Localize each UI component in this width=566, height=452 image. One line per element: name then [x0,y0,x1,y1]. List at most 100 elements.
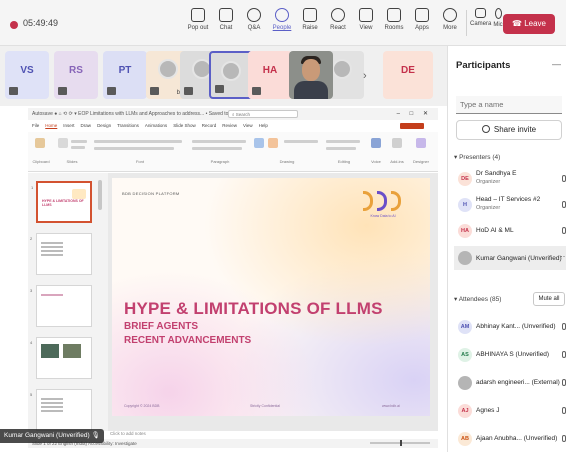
participant-tile[interactable]: VS [5,51,49,99]
mic-icon [562,407,566,414]
tab-view[interactable]: View [243,123,253,128]
tab-slideshow[interactable]: Slide Show [173,123,196,128]
tab-review[interactable]: Review [222,123,237,128]
slide-thumbnail[interactable]: 5 [30,389,92,431]
participant-row[interactable]: AJ Agnes J [454,400,566,420]
ppt-ribbon-tabs: File Home Insert Draw Design Transitions Anima… [28,121,438,131]
people-button[interactable]: People [268,6,296,40]
apps-button[interactable]: Apps [408,6,436,40]
minimize-icon[interactable]: — [552,59,561,69]
mic-muted-icon [150,87,159,95]
react-button[interactable]: React [324,6,352,40]
add-ins-icon[interactable] [392,138,402,148]
ribbon-line [94,147,174,150]
current-slide[interactable]: BDB DECISION PLATFORM Know Data to AI HY… [112,178,430,416]
new-slide-icon[interactable] [58,138,68,148]
qa-button[interactable]: Q&A [240,6,268,40]
share-invite-button[interactable]: Share invite [456,120,562,140]
participant-row[interactable]: AB Ajaan Anubha... (Unverified) [454,428,566,448]
ribbon-line [94,140,182,143]
avatar-placeholder-icon [158,59,178,79]
participant-row-selected[interactable]: Kumar Gangwani (Unverified) ⋯ [454,246,566,270]
camera-button[interactable]: Camera [470,6,491,40]
bdb-logo: Know Data to AI [359,191,407,221]
participants-panel: Participants — Type a name Share invite … [447,46,566,452]
paste-icon[interactable] [35,138,45,148]
chat-button[interactable]: Chat [212,6,240,40]
participant-search-input[interactable]: Type a name [456,96,562,114]
slide-header: BDB DECISION PLATFORM [122,191,180,196]
slide-thumbnail[interactable]: 3 [30,285,92,327]
mic-muted-icon [252,87,261,95]
raise-hand-button[interactable]: Raise [296,6,324,40]
mic-muted-icon [215,85,224,93]
slide-thumbnail[interactable]: 2 [30,233,92,275]
mic-icon [562,379,566,386]
rooms-button[interactable]: Rooms [380,6,408,40]
mute-all-button[interactable]: Mute all [533,292,565,306]
mic-icon [562,351,566,358]
participant-tile[interactable]: HA [248,51,292,99]
participant-tile[interactable]: RS [54,51,98,99]
tab-file[interactable]: File [32,123,39,128]
tab-home[interactable]: Home [45,123,57,128]
ribbon-line [71,140,87,143]
ppt-search-box[interactable]: ⌕ Search [228,110,298,118]
thumb-logo [72,189,86,199]
participant-row[interactable]: H Head – IT Services #2 Organizer [454,194,566,214]
avatar: AM [458,320,472,334]
video-face [302,59,320,81]
participant-tile[interactable]: PT [103,51,147,99]
participant-row[interactable]: AM Abhinay Kant... (Unverified) [454,316,566,336]
tab-animations[interactable]: Animations [145,123,167,128]
tab-insert[interactable]: Insert [63,123,74,128]
designer-icon[interactable] [416,138,426,148]
ribbon-line [326,147,356,150]
zoom-slider[interactable] [370,440,430,446]
view-button[interactable]: View [352,6,380,40]
notes-pane[interactable]: Click to add notes [108,431,438,439]
presenters-header[interactable]: ▾ Presenters (4) [454,153,500,161]
participant-row[interactable]: AS ABHINAYA S (Unverified) [454,344,566,364]
thumb-image [41,344,59,358]
participant-row[interactable]: HA HoD AI & ML [454,220,566,240]
tab-transitions[interactable]: Transitions [117,123,139,128]
participant-tile[interactable]: DE [383,51,433,99]
window-controls[interactable]: – □ ✕ [397,108,432,120]
thumb-text-lines [41,398,63,400]
ppt-share-button[interactable] [400,123,424,129]
slide-thumbnail-pane: 1 HYPE & LIMITATIONS OF LLMS 2 3 4 5 [28,173,108,431]
mic-icon [562,435,566,442]
avatar: AB [458,432,472,446]
participant-tile-speaking[interactable] [209,51,253,99]
participant-strip: VS RS PT bold HA DE [0,46,447,106]
more-button[interactable]: More [436,6,464,40]
chevron-right-icon[interactable]: › [363,70,367,82]
tab-draw[interactable]: Draw [81,123,92,128]
tab-design[interactable]: Design [97,123,111,128]
thumbnail-scrollbar[interactable] [98,180,102,210]
chat-icon [219,8,233,22]
arrange-icon[interactable] [268,138,278,148]
attendees-header[interactable]: ▾ Attendees (85) [454,295,501,303]
pop-out-button[interactable]: Pop out [184,6,212,40]
mic-muted-icon [107,87,116,95]
leave-button[interactable]: ☎ Leave [503,14,555,34]
participant-row[interactable]: DE Dr Sandhya E Organizer [454,168,566,188]
shapes-icon[interactable] [254,138,264,148]
meeting-toolbar: 05:49:49 Pop out Chat Q&A People Raise R… [0,0,566,46]
tab-help[interactable]: Help [259,123,268,128]
slide-thumbnail[interactable]: 4 [30,337,92,379]
ribbon-group: Voice [366,136,386,166]
avatar: H [458,198,472,212]
slide-thumbnail[interactable]: 1 HYPE & LIMITATIONS OF LLMS [31,181,92,223]
ribbon-group: Paragraph [190,136,250,166]
participant-row[interactable]: adarsh engineeri... (External) [454,372,566,392]
ribbon-group: Designer [408,136,434,166]
more-options-icon[interactable]: ⋯ [560,252,566,261]
dictate-icon[interactable] [371,138,381,148]
tab-record[interactable]: Record [202,123,217,128]
mic-off-icon [494,8,502,19]
participant-video[interactable] [289,51,333,99]
slide-title: HYPE & LIMITATIONS OF LLMS [124,299,383,318]
